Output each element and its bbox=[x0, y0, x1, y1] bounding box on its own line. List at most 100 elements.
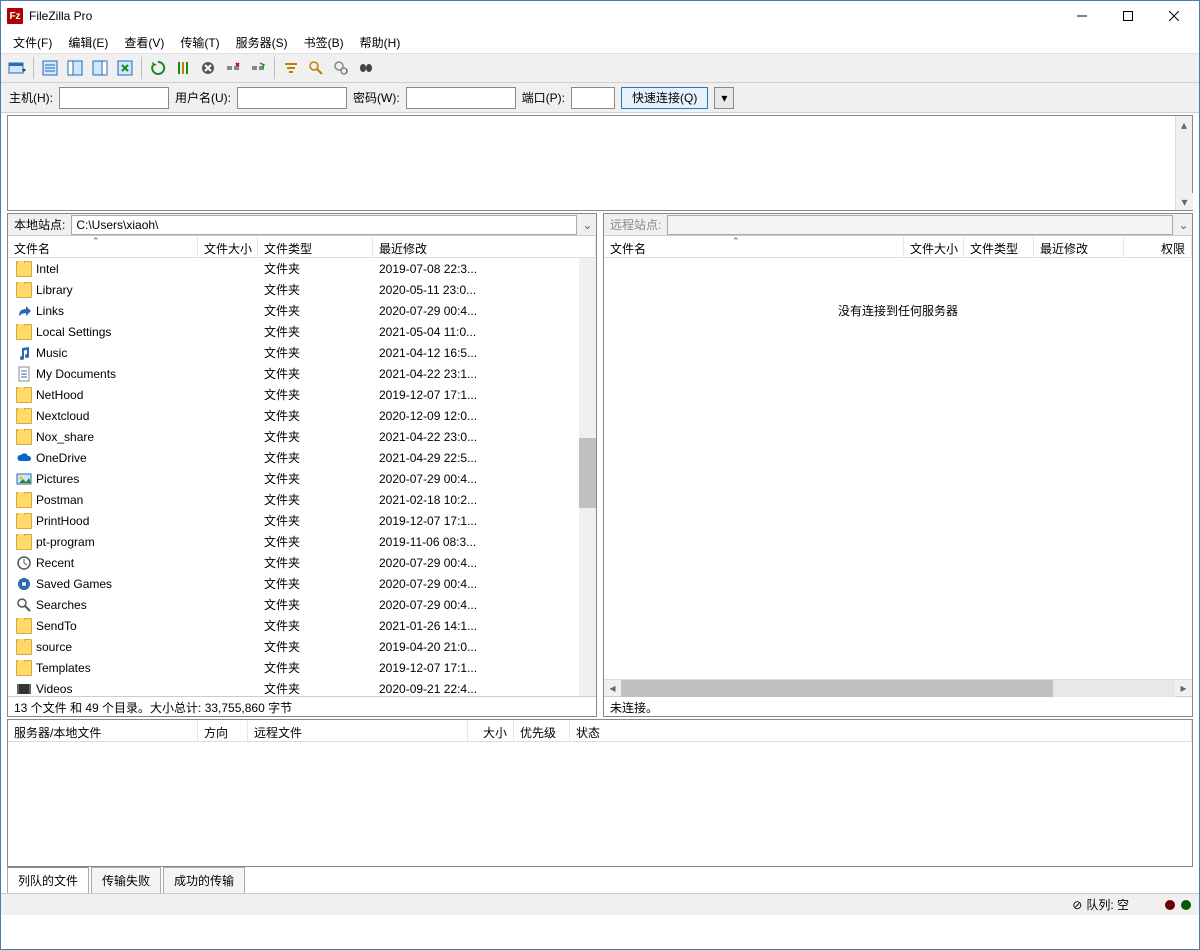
pass-input[interactable] bbox=[406, 87, 516, 109]
file-row[interactable]: Saved Games文件夹2020-07-29 00:4... bbox=[8, 573, 596, 594]
file-type: 文件夹 bbox=[258, 260, 373, 277]
search-icon bbox=[16, 597, 32, 613]
queue-header[interactable]: 服务器/本地文件 方向 远程文件 大小 优先级 状态 bbox=[8, 720, 1192, 742]
menu-view[interactable]: 查看(V) bbox=[116, 32, 172, 53]
col-remote[interactable]: 远程文件 bbox=[248, 720, 468, 741]
col-size[interactable]: 文件大小 bbox=[904, 236, 964, 257]
file-row[interactable]: Library文件夹2020-05-11 23:0... bbox=[8, 279, 596, 300]
message-log[interactable]: ▴ ▾ bbox=[7, 115, 1193, 211]
col-server[interactable]: 服务器/本地文件 bbox=[8, 720, 198, 741]
file-row[interactable]: Nextcloud文件夹2020-12-09 12:0... bbox=[8, 405, 596, 426]
remote-path-dropdown[interactable]: ⌄ bbox=[1175, 218, 1192, 232]
col-type[interactable]: 文件类型 bbox=[258, 236, 373, 257]
folder-icon bbox=[16, 261, 32, 277]
remote-hscroll[interactable]: ◂▸ bbox=[604, 679, 1192, 696]
find-icon[interactable] bbox=[354, 56, 378, 80]
file-name: NetHood bbox=[36, 388, 83, 402]
file-row[interactable]: Music文件夹2021-04-12 16:5... bbox=[8, 342, 596, 363]
file-row[interactable]: My Documents文件夹2021-04-22 23:1... bbox=[8, 363, 596, 384]
file-name: source bbox=[36, 640, 72, 654]
log-scrollbar[interactable]: ▴ ▾ bbox=[1175, 116, 1192, 210]
file-row[interactable]: PrintHood文件夹2019-12-07 17:1... bbox=[8, 510, 596, 531]
menu-server[interactable]: 服务器(S) bbox=[228, 32, 296, 53]
local-path-dropdown[interactable]: ⌄ bbox=[579, 218, 596, 232]
remote-header[interactable]: ⌃ 文件名 文件大小 文件类型 最近修改 权限 bbox=[604, 236, 1192, 258]
minimize-button[interactable] bbox=[1059, 1, 1105, 31]
file-row[interactable]: Videos文件夹2020-09-21 22:4... bbox=[8, 678, 596, 696]
host-input[interactable] bbox=[59, 87, 169, 109]
local-path-input[interactable] bbox=[71, 215, 577, 235]
file-name: Searches bbox=[36, 598, 87, 612]
col-pri[interactable]: 优先级 bbox=[514, 720, 570, 741]
col-perm[interactable]: 权限 bbox=[1124, 236, 1192, 257]
file-row[interactable]: Intel文件夹2019-07-08 22:3... bbox=[8, 258, 596, 279]
process-queue-icon[interactable] bbox=[171, 56, 195, 80]
col-dir[interactable]: 方向 bbox=[198, 720, 248, 741]
local-pane: 本地站点: ⌄ ⌃ 文件名 文件大小 文件类型 最近修改 Intel文件夹201… bbox=[7, 213, 597, 717]
filter-icon[interactable] bbox=[279, 56, 303, 80]
tab-queued[interactable]: 列队的文件 bbox=[7, 867, 89, 893]
file-modified: 2021-04-22 23:1... bbox=[373, 367, 596, 381]
compare-icon[interactable] bbox=[304, 56, 328, 80]
col-size[interactable]: 大小 bbox=[468, 720, 514, 741]
file-modified: 2020-05-11 23:0... bbox=[373, 283, 596, 297]
menu-help[interactable]: 帮助(H) bbox=[352, 32, 409, 53]
disconnect-icon[interactable] bbox=[221, 56, 245, 80]
col-modified[interactable]: 最近修改 bbox=[373, 236, 596, 257]
file-row[interactable]: SendTo文件夹2021-01-26 14:1... bbox=[8, 615, 596, 636]
file-row[interactable]: Pictures文件夹2020-07-29 00:4... bbox=[8, 468, 596, 489]
reconnect-icon[interactable] bbox=[246, 56, 270, 80]
file-row[interactable]: NetHood文件夹2019-12-07 17:1... bbox=[8, 384, 596, 405]
file-row[interactable]: Recent文件夹2020-07-29 00:4... bbox=[8, 552, 596, 573]
col-name[interactable]: 文件名 bbox=[8, 236, 198, 257]
file-row[interactable]: pt-program文件夹2019-11-06 08:3... bbox=[8, 531, 596, 552]
file-row[interactable]: Postman文件夹2021-02-18 10:2... bbox=[8, 489, 596, 510]
menu-bookmarks[interactable]: 书签(B) bbox=[296, 32, 352, 53]
tab-failed[interactable]: 传输失败 bbox=[91, 867, 161, 893]
queue-body[interactable] bbox=[8, 742, 1192, 866]
quickconnect-button[interactable]: 快速连接(Q) bbox=[621, 87, 708, 109]
file-name: Music bbox=[36, 346, 67, 360]
sitemanager-icon[interactable] bbox=[5, 56, 29, 80]
tab-success[interactable]: 成功的传输 bbox=[163, 867, 245, 893]
col-type[interactable]: 文件类型 bbox=[964, 236, 1034, 257]
refresh-icon[interactable] bbox=[146, 56, 170, 80]
close-button[interactable] bbox=[1151, 1, 1197, 31]
remote-empty-msg: 没有连接到任何服务器 bbox=[604, 258, 1192, 363]
maximize-button[interactable] bbox=[1105, 1, 1151, 31]
local-file-list[interactable]: Intel文件夹2019-07-08 22:3...Library文件夹2020… bbox=[8, 258, 596, 696]
port-input[interactable] bbox=[571, 87, 615, 109]
file-row[interactable]: Nox_share文件夹2021-04-22 23:0... bbox=[8, 426, 596, 447]
file-row[interactable]: Searches文件夹2020-07-29 00:4... bbox=[8, 594, 596, 615]
toggle-queue-icon[interactable] bbox=[113, 56, 137, 80]
folder-icon bbox=[16, 324, 32, 340]
local-header[interactable]: ⌃ 文件名 文件大小 文件类型 最近修改 bbox=[8, 236, 596, 258]
queue-tabs: 列队的文件 传输失败 成功的传输 bbox=[7, 869, 1193, 893]
video-icon bbox=[16, 681, 32, 697]
file-modified: 2021-01-26 14:1... bbox=[373, 619, 596, 633]
sync-browse-icon[interactable] bbox=[329, 56, 353, 80]
menu-transfer[interactable]: 传输(T) bbox=[172, 32, 227, 53]
local-scrollbar[interactable] bbox=[579, 258, 596, 696]
toggle-log-icon[interactable] bbox=[38, 56, 62, 80]
file-row[interactable]: Local Settings文件夹2021-05-04 11:0... bbox=[8, 321, 596, 342]
file-row[interactable]: Links文件夹2020-07-29 00:4... bbox=[8, 300, 596, 321]
toggle-remotetree-icon[interactable] bbox=[88, 56, 112, 80]
quickconnect-dropdown[interactable]: ▾ bbox=[714, 87, 734, 109]
file-row[interactable]: OneDrive文件夹2021-04-29 22:5... bbox=[8, 447, 596, 468]
user-input[interactable] bbox=[237, 87, 347, 109]
cancel-icon[interactable] bbox=[196, 56, 220, 80]
file-row[interactable]: source文件夹2019-04-20 21:0... bbox=[8, 636, 596, 657]
col-modified[interactable]: 最近修改 bbox=[1034, 236, 1124, 257]
col-status[interactable]: 状态 bbox=[570, 720, 1192, 741]
remote-file-list[interactable]: 没有连接到任何服务器 bbox=[604, 258, 1192, 679]
menu-file[interactable]: 文件(F) bbox=[5, 32, 60, 53]
menu-edit[interactable]: 编辑(E) bbox=[60, 32, 116, 53]
col-size[interactable]: 文件大小 bbox=[198, 236, 258, 257]
col-name[interactable]: 文件名 bbox=[604, 236, 904, 257]
toggle-localtree-icon[interactable] bbox=[63, 56, 87, 80]
file-row[interactable]: Templates文件夹2019-12-07 17:1... bbox=[8, 657, 596, 678]
file-type: 文件夹 bbox=[258, 617, 373, 634]
file-name: Postman bbox=[36, 493, 83, 507]
music-icon bbox=[16, 345, 32, 361]
